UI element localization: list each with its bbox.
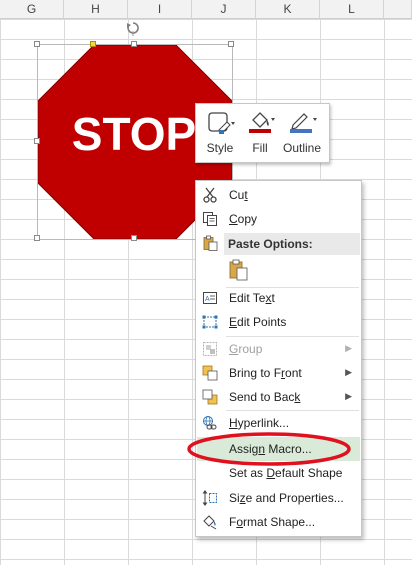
format-shape-icon xyxy=(203,515,217,530)
menu-label-bring-to-front: Bring to Front xyxy=(229,366,302,380)
outline-label: Outline xyxy=(282,141,322,155)
fill-button[interactable]: Fill xyxy=(240,108,280,158)
menu-item-bring-to-front[interactable]: Bring to Front ▶ xyxy=(197,361,360,385)
menu-item-group: Group ▶ xyxy=(197,337,360,361)
bring-to-front-icon xyxy=(202,365,218,381)
style-label: Style xyxy=(206,141,234,155)
menu-label-send-to-back: Send to Back xyxy=(229,390,301,404)
menu-item-edit-points[interactable]: Edit Points xyxy=(197,310,360,334)
copy-icon xyxy=(203,212,217,226)
menu-item-format-shape[interactable]: Format Shape... xyxy=(197,510,360,534)
svg-text:A: A xyxy=(205,296,210,303)
clipboard-icon xyxy=(203,235,218,251)
paint-bucket-icon xyxy=(249,112,275,133)
shape-outline-icon xyxy=(290,113,317,133)
menu-label-group: Group xyxy=(229,342,263,356)
outline-button[interactable]: Outline xyxy=(282,108,322,158)
column-header-g[interactable]: G xyxy=(0,0,64,18)
column-header-l[interactable]: L xyxy=(320,0,384,18)
menu-item-size-and-properties[interactable]: Size and Properties... xyxy=(197,486,360,510)
size-properties-icon xyxy=(202,490,217,506)
edit-points-icon xyxy=(202,315,218,329)
column-header-h[interactable]: H xyxy=(64,0,128,18)
resize-handle-bottom[interactable] xyxy=(131,235,137,241)
menu-item-copy[interactable]: Copy xyxy=(197,207,360,231)
submenu-arrow-icon: ▶ xyxy=(345,391,352,401)
resize-handle-left[interactable] xyxy=(34,138,40,144)
menu-item-cut[interactable]: Cut xyxy=(197,183,360,207)
adjust-handle[interactable] xyxy=(90,41,96,47)
column-header-i[interactable]: I xyxy=(128,0,192,18)
column-header-partial[interactable] xyxy=(384,0,412,18)
resize-handle-top-right[interactable] xyxy=(228,41,234,47)
menu-label-hyperlink: Hyperlink... xyxy=(229,416,290,430)
paste-options-header: Paste Options: xyxy=(224,233,360,255)
menu-label-cut: Cut xyxy=(229,188,248,202)
rotate-handle-icon[interactable] xyxy=(126,20,140,36)
resize-handle-top[interactable] xyxy=(131,41,137,47)
scissors-icon xyxy=(203,187,217,203)
menu-label-edit-points: Edit Points xyxy=(229,315,287,329)
menu-label-size-and-properties: Size and Properties... xyxy=(229,491,344,505)
resize-handle-top-left[interactable] xyxy=(34,41,40,47)
paste-icon xyxy=(229,259,248,281)
menu-label-edit-text: Edit Text xyxy=(229,291,275,305)
column-header-bar: G H I J K L xyxy=(0,0,412,19)
send-to-back-icon xyxy=(202,389,218,405)
style-button[interactable]: Style xyxy=(200,108,240,158)
paste-options-label: Paste Options: xyxy=(228,237,313,251)
shape-style-icon xyxy=(208,112,235,134)
column-header-k[interactable]: K xyxy=(256,0,320,18)
resize-handle-bottom-left[interactable] xyxy=(34,235,40,241)
submenu-arrow-icon: ▶ xyxy=(345,367,352,377)
edit-text-icon: A xyxy=(203,292,217,304)
annotation-ellipse xyxy=(187,432,351,466)
menu-label-copy: Copy xyxy=(229,212,258,226)
context-menu: Cut Copy Paste Options: A Edit Text Edit… xyxy=(195,180,362,537)
menu-label-format-shape: Format Shape... xyxy=(229,515,316,529)
fill-label: Fill xyxy=(252,141,268,155)
column-header-j[interactable]: J xyxy=(192,0,256,18)
paste-option-keep-source[interactable] xyxy=(224,257,254,285)
submenu-arrow-icon: ▶ xyxy=(345,343,352,353)
mini-toolbar: Style Fill Outline xyxy=(195,103,330,163)
group-icon xyxy=(203,342,217,356)
menu-item-send-to-back[interactable]: Send to Back ▶ xyxy=(197,385,360,409)
menu-item-edit-text[interactable]: A Edit Text xyxy=(197,286,360,310)
